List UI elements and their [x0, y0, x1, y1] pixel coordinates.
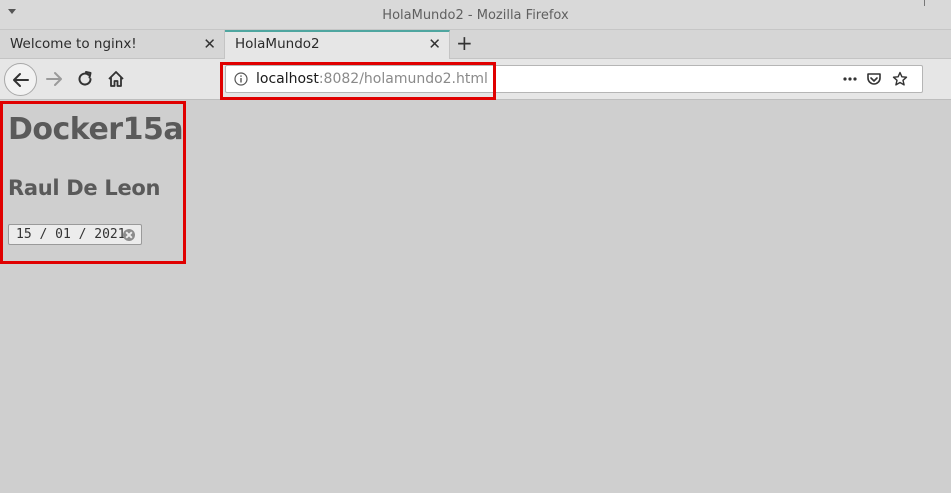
arrow-left-icon	[13, 73, 29, 87]
pocket-icon[interactable]	[866, 71, 882, 91]
star-icon[interactable]	[892, 71, 908, 91]
home-button[interactable]	[107, 70, 125, 92]
tab-label: Welcome to nginx!	[10, 36, 137, 52]
close-icon[interactable]: ✕	[428, 36, 441, 52]
window-titlebar: HolaMundo2 - Mozilla Firefox	[0, 0, 951, 30]
back-button[interactable]	[4, 63, 37, 96]
url-highlight-box	[220, 62, 496, 100]
tab-label: HolaMundo2	[235, 36, 320, 52]
window-title: HolaMundo2 - Mozilla Firefox	[382, 8, 569, 23]
tab-strip: Welcome to nginx! ✕ HolaMundo2 ✕ +	[0, 30, 951, 60]
content-highlight-box	[0, 101, 186, 264]
forward-button[interactable]	[45, 70, 63, 92]
reload-button[interactable]	[76, 70, 94, 92]
reload-icon	[78, 71, 92, 86]
new-tab-button[interactable]: +	[456, 31, 473, 55]
tab-holamundo2[interactable]: HolaMundo2 ✕	[225, 30, 450, 60]
more-icon[interactable]	[842, 71, 858, 91]
arrow-right-icon	[46, 72, 62, 86]
home-icon	[108, 71, 124, 87]
tab-welcome-nginx[interactable]: Welcome to nginx! ✕	[0, 30, 225, 59]
titlebar-divider	[924, 0, 925, 6]
close-icon[interactable]: ✕	[203, 36, 216, 52]
